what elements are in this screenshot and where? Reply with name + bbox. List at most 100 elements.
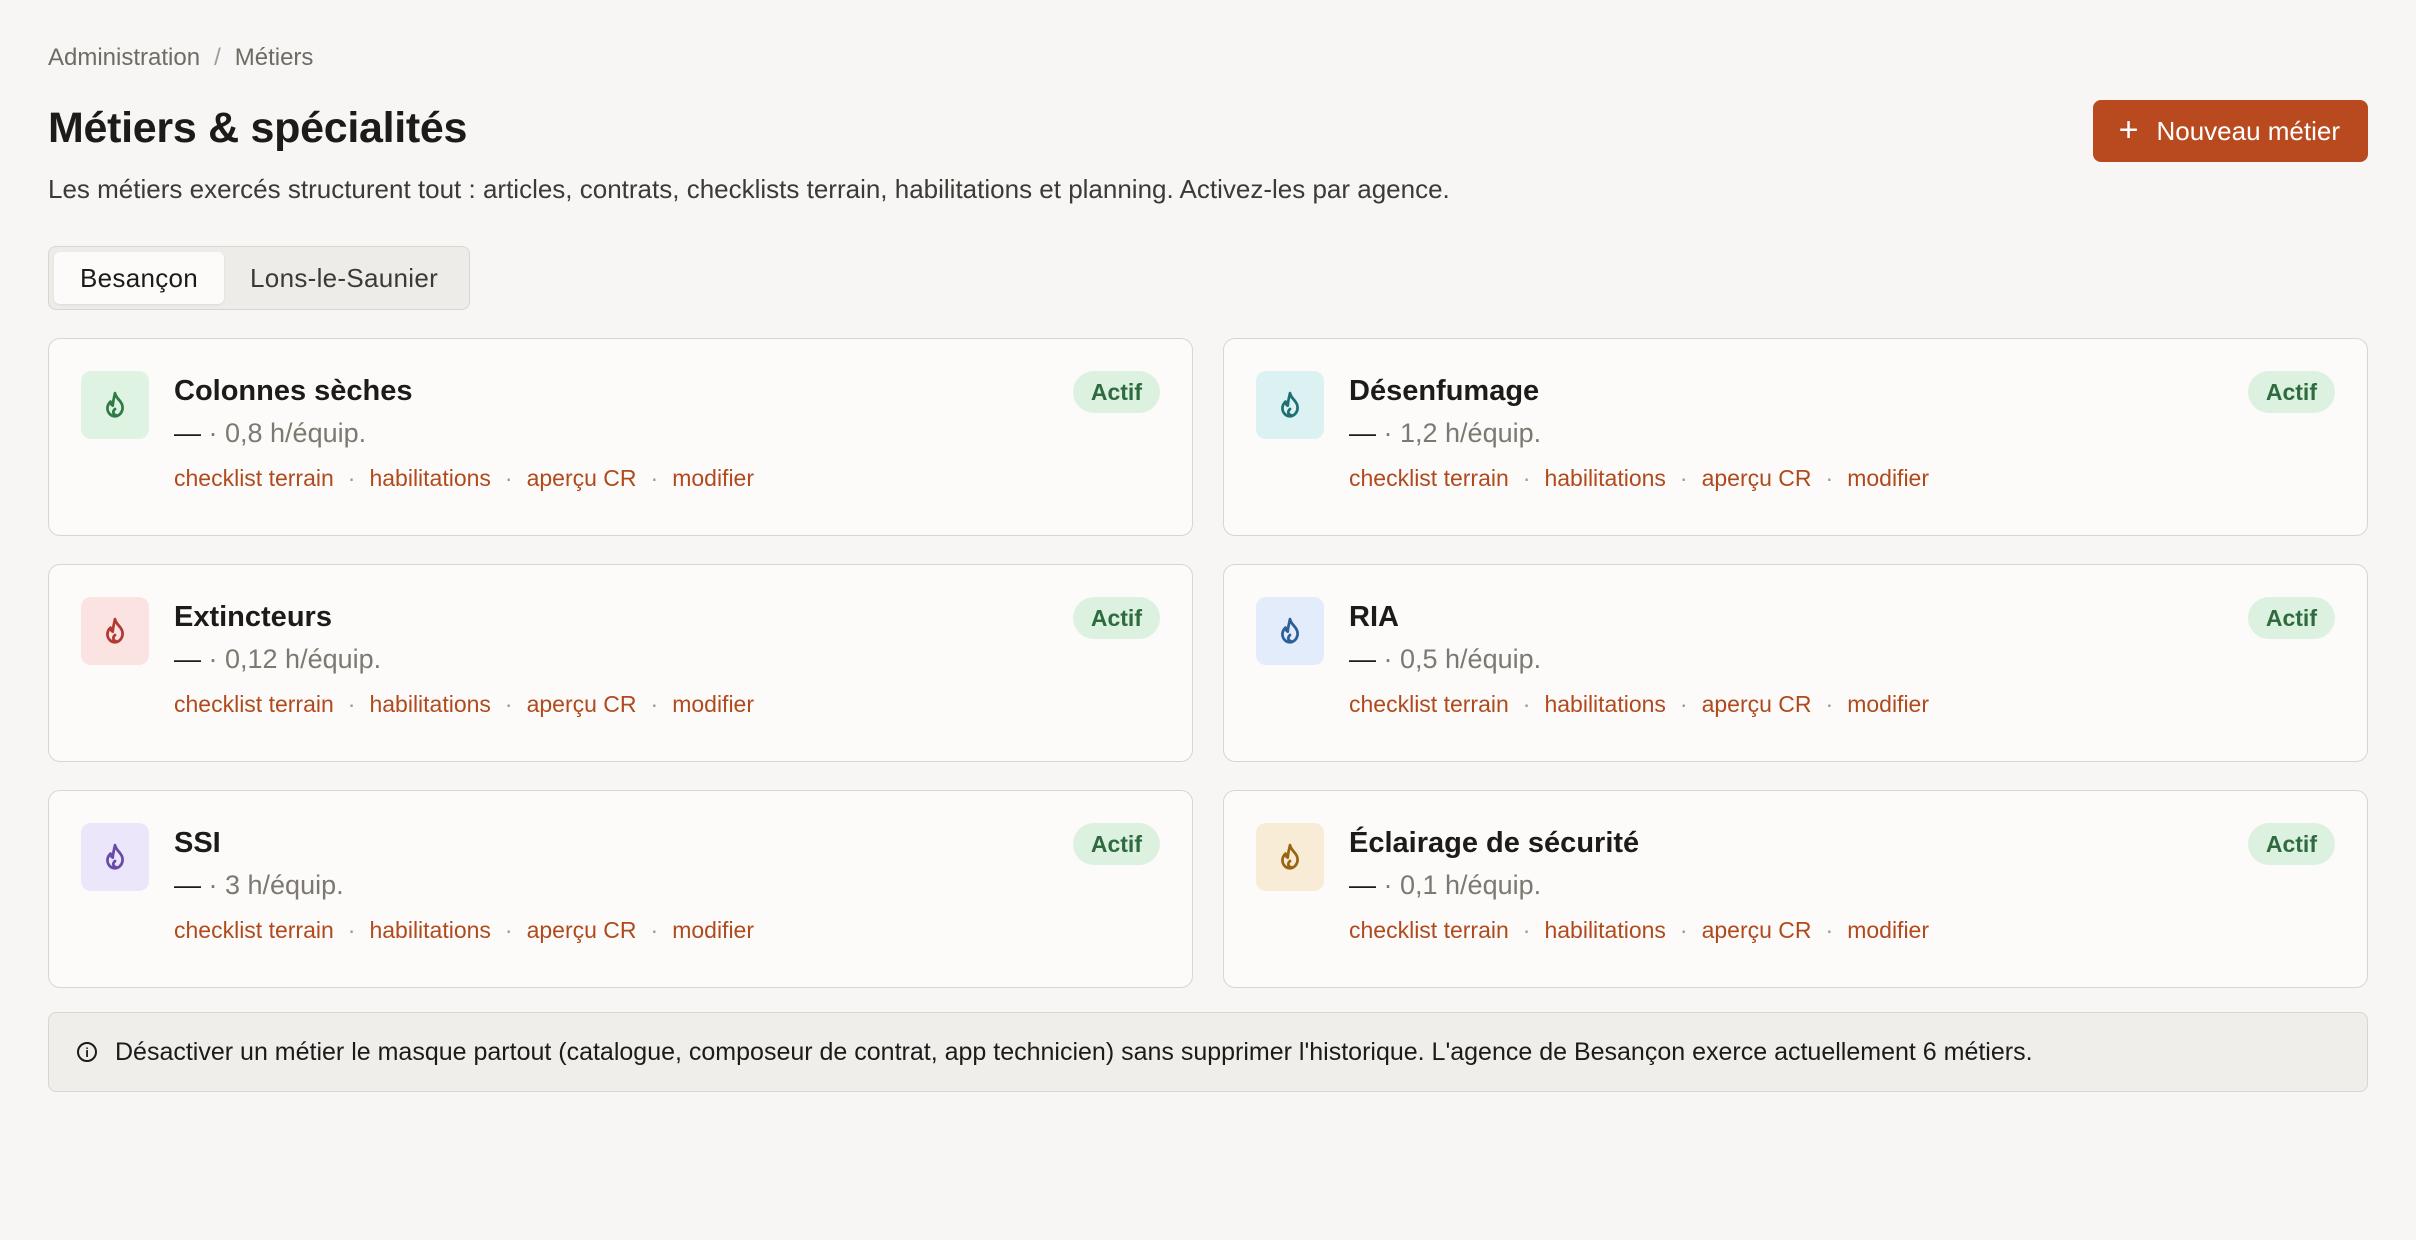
link-separator: · xyxy=(504,917,513,943)
apercu-cr-link[interactable]: aperçu CR xyxy=(1702,463,1812,493)
trade-meta-hours: · 3 h/équip. xyxy=(208,870,344,900)
trade-links: checklist terrain · habilitations · aper… xyxy=(1349,689,1929,719)
checklist-link[interactable]: checklist terrain xyxy=(1349,463,1509,493)
link-separator: · xyxy=(347,465,356,491)
trade-card-ria: RIA — · 0,5 h/équip. checklist terrain ·… xyxy=(1223,564,2368,762)
checklist-link[interactable]: checklist terrain xyxy=(174,689,334,719)
trade-icon-box xyxy=(1256,823,1324,891)
flame-icon xyxy=(1281,843,1299,870)
status-badge[interactable]: Actif xyxy=(2247,823,2335,865)
trade-card-desenfumage: Désenfumage — · 1,2 h/équip. checklist t… xyxy=(1223,338,2368,536)
trade-name: Colonnes sèches xyxy=(174,375,413,407)
link-separator: · xyxy=(1522,465,1531,491)
trade-card-colonnes-seches: Colonnes sèches — · 0,8 h/équip. checkli… xyxy=(48,338,1193,536)
trade-meta: — · 0,5 h/équip. xyxy=(1349,641,1541,677)
status-badge[interactable]: Actif xyxy=(1072,597,1160,639)
modifier-link[interactable]: modifier xyxy=(672,689,754,719)
trade-card-eclairage-de-securite: Éclairage de sécurité — · 0,1 h/équip. c… xyxy=(1223,790,2368,988)
trade-links: checklist terrain · habilitations · aper… xyxy=(1349,915,1929,945)
modifier-link[interactable]: modifier xyxy=(672,463,754,493)
trade-meta: — · 3 h/équip. xyxy=(174,867,344,903)
trade-meta-hours: · 0,5 h/équip. xyxy=(1383,644,1542,674)
trade-icon-box xyxy=(81,597,149,665)
habilitations-link[interactable]: habilitations xyxy=(369,915,490,945)
info-icon: i xyxy=(77,1042,97,1062)
trade-meta-hours: · 1,2 h/équip. xyxy=(1383,418,1542,448)
habilitations-link[interactable]: habilitations xyxy=(369,689,490,719)
trade-meta-dash: — xyxy=(174,418,201,448)
checklist-link[interactable]: checklist terrain xyxy=(1349,689,1509,719)
link-separator: · xyxy=(347,691,356,717)
flame-icon xyxy=(106,843,124,870)
status-badge[interactable]: Actif xyxy=(2247,597,2335,639)
trade-meta-dash: — xyxy=(1349,870,1376,900)
breadcrumb-current: Métiers xyxy=(234,44,314,71)
breadcrumb: Administration / Métiers xyxy=(48,42,2368,74)
trade-meta: — · 0,8 h/équip. xyxy=(174,415,366,451)
trade-meta-hours: · 0,12 h/équip. xyxy=(208,644,382,674)
new-trade-button[interactable]: + Nouveau métier xyxy=(2092,100,2368,162)
trade-links: checklist terrain · habilitations · aper… xyxy=(174,689,754,719)
status-badge[interactable]: Actif xyxy=(2247,371,2335,413)
flame-icon xyxy=(1281,391,1299,418)
apercu-cr-link[interactable]: aperçu CR xyxy=(527,915,637,945)
trade-meta: — · 0,12 h/équip. xyxy=(174,641,381,677)
trade-name: Désenfumage xyxy=(1349,375,1540,407)
link-separator: · xyxy=(504,691,513,717)
link-separator: · xyxy=(650,465,659,491)
page-title: Métiers & spécialités xyxy=(48,104,468,152)
link-separator: · xyxy=(1522,691,1531,717)
flame-icon xyxy=(1281,617,1299,644)
flame-icon xyxy=(106,391,124,418)
trade-meta-hours: · 0,1 h/équip. xyxy=(1383,870,1542,900)
checklist-link[interactable]: checklist terrain xyxy=(174,915,334,945)
apercu-cr-link[interactable]: aperçu CR xyxy=(527,689,637,719)
apercu-cr-link[interactable]: aperçu CR xyxy=(527,463,637,493)
habilitations-link[interactable]: habilitations xyxy=(1544,463,1665,493)
link-separator: · xyxy=(650,917,659,943)
apercu-cr-link[interactable]: aperçu CR xyxy=(1702,915,1812,945)
modifier-link[interactable]: modifier xyxy=(1847,463,1929,493)
info-note-text: Désactiver un métier le masque partout (… xyxy=(115,1037,2033,1066)
agency-tabs: Besançon Lons-le-Saunier xyxy=(48,246,471,310)
checklist-link[interactable]: checklist terrain xyxy=(174,463,334,493)
link-separator: · xyxy=(650,691,659,717)
trade-meta-dash: — xyxy=(174,644,201,674)
apercu-cr-link[interactable]: aperçu CR xyxy=(1702,689,1812,719)
status-badge[interactable]: Actif xyxy=(1072,823,1160,865)
tab-besancon[interactable]: Besançon xyxy=(54,252,225,304)
trade-card-extincteurs: Extincteurs — · 0,12 h/équip. checklist … xyxy=(48,564,1193,762)
habilitations-link[interactable]: habilitations xyxy=(1544,915,1665,945)
page-subtitle: Les métiers exercés structurent tout : a… xyxy=(48,174,1450,204)
link-separator: · xyxy=(1522,917,1531,943)
new-trade-button-label: Nouveau métier xyxy=(2156,115,2340,146)
trade-links: checklist terrain · habilitations · aper… xyxy=(1349,463,1929,493)
habilitations-link[interactable]: habilitations xyxy=(369,463,490,493)
status-badge[interactable]: Actif xyxy=(1072,371,1160,413)
trade-meta-dash: — xyxy=(1349,418,1376,448)
link-separator: · xyxy=(1825,465,1834,491)
trade-card-ssi: SSI — · 3 h/équip. checklist terrain · h… xyxy=(48,790,1193,988)
page-header: Métiers & spécialités + Nouveau métier xyxy=(48,98,2368,162)
link-separator: · xyxy=(347,917,356,943)
trade-meta: — · 0,1 h/équip. xyxy=(1349,867,1541,903)
trade-name: RIA xyxy=(1349,601,1399,633)
link-separator: · xyxy=(504,465,513,491)
modifier-link[interactable]: modifier xyxy=(672,915,754,945)
habilitations-link[interactable]: habilitations xyxy=(1544,689,1665,719)
link-separator: · xyxy=(1679,917,1688,943)
modifier-link[interactable]: modifier xyxy=(1847,689,1929,719)
trade-meta-dash: — xyxy=(174,870,201,900)
tab-lons-le-saunier[interactable]: Lons-le-Saunier xyxy=(224,252,464,304)
trade-links: checklist terrain · habilitations · aper… xyxy=(174,915,754,945)
trade-meta: — · 1,2 h/équip. xyxy=(1349,415,1541,451)
modifier-link[interactable]: modifier xyxy=(1847,915,1929,945)
link-separator: · xyxy=(1679,691,1688,717)
trade-icon-box xyxy=(81,371,149,439)
trade-name: Éclairage de sécurité xyxy=(1349,827,1640,859)
checklist-link[interactable]: checklist terrain xyxy=(1349,915,1509,945)
breadcrumb-administration[interactable]: Administration xyxy=(48,44,200,72)
trade-meta-dash: — xyxy=(1349,644,1376,674)
trade-name: Extincteurs xyxy=(174,601,332,633)
link-separator: · xyxy=(1825,691,1834,717)
